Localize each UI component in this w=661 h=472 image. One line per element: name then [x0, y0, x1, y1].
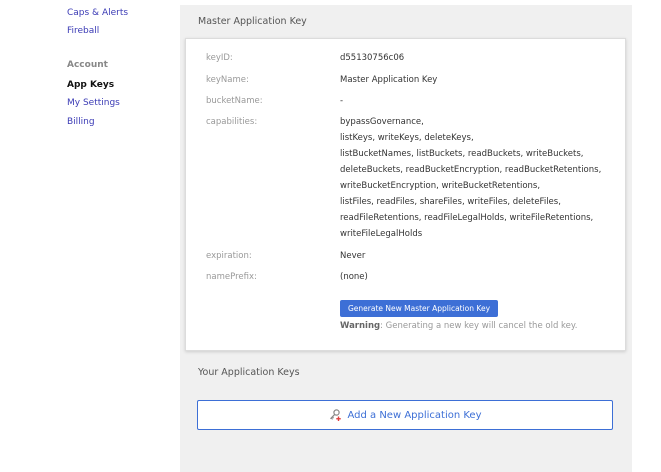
key-id-label: keyID:: [206, 53, 233, 63]
warning-message: Warning: Generating a new key will cance…: [340, 321, 577, 331]
bucket-name-value: -: [340, 96, 344, 106]
capability-line: listKeys, writeKeys, deleteKeys,: [340, 133, 474, 143]
sidebar-item-billing[interactable]: Billing: [67, 117, 95, 127]
capability-line: listFiles, readFiles, shareFiles, writeF…: [340, 197, 561, 207]
sidebar-item-my-settings[interactable]: My Settings: [67, 98, 120, 108]
key-name-value: Master Application Key: [340, 75, 438, 85]
warning-text: : Generating a new key will cancel the o…: [380, 321, 578, 331]
master-key-title: Master Application Key: [198, 16, 307, 27]
generate-master-key-button[interactable]: Generate New Master Application Key: [340, 300, 498, 317]
name-prefix-label: namePrefix:: [206, 272, 257, 282]
capability-line: deleteBuckets, readBucketEncryption, rea…: [340, 165, 602, 175]
capability-line: bypassGovernance,: [340, 117, 424, 127]
main-content: Master Application Key keyID: d55130756c…: [180, 5, 632, 472]
add-application-key-button[interactable]: Add a New Application Key: [197, 400, 613, 430]
key-id-value: d55130756c06: [340, 53, 405, 63]
key-name-label: keyName:: [206, 75, 249, 85]
sidebar-item-fireball[interactable]: Fireball: [67, 26, 99, 36]
sidebar-item-caps-alerts[interactable]: Caps & Alerts: [67, 8, 128, 18]
sidebar: Caps & Alerts Fireball Account App Keys …: [0, 0, 180, 472]
sidebar-heading-account: Account: [67, 60, 108, 70]
capability-line: listBucketNames, listBuckets, readBucket…: [340, 149, 584, 159]
capability-line: readFileRetentions, readFileLegalHolds, …: [340, 213, 594, 223]
app-keys-title: Your Application Keys: [198, 367, 300, 378]
sidebar-item-app-keys[interactable]: App Keys: [67, 80, 114, 90]
warning-label: Warning: [340, 321, 381, 331]
capability-line: writeFileLegalHolds: [340, 229, 423, 239]
add-key-icon: [328, 408, 342, 422]
expiration-label: expiration:: [206, 251, 252, 261]
expiration-value: Never: [340, 251, 366, 261]
capability-line: writeBucketEncryption, writeBucketRetent…: [340, 181, 541, 191]
capabilities-label: capabilities:: [206, 117, 258, 127]
master-key-card: keyID: d55130756c06 keyName: Master Appl…: [185, 38, 626, 351]
bucket-name-label: bucketName:: [206, 96, 263, 106]
name-prefix-value: (none): [340, 272, 368, 282]
add-application-key-label: Add a New Application Key: [347, 409, 482, 421]
